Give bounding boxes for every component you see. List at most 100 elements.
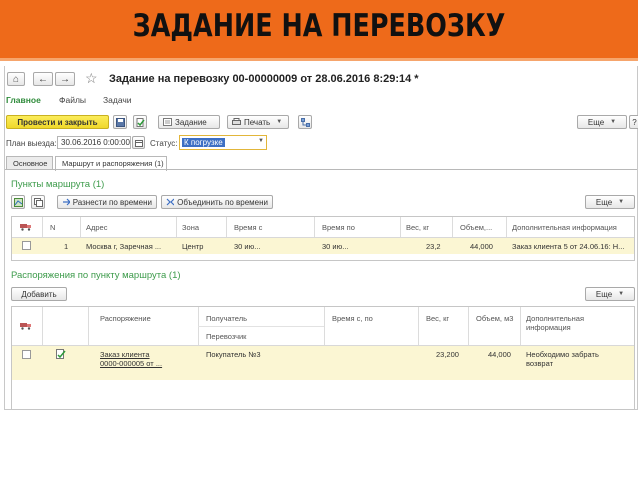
orders-col-time[interactable]: Время с, по <box>332 314 373 323</box>
row-checkbox[interactable] <box>22 350 31 359</box>
status-label: Статус: <box>150 139 178 148</box>
route-cell-n: 1 <box>64 242 69 251</box>
task-button[interactable]: Задание <box>158 115 220 129</box>
route-col-weight[interactable]: Вес, кг <box>406 223 429 232</box>
order-posted-icon <box>56 349 66 359</box>
status-select[interactable]: К погрузке ▼ <box>179 135 267 150</box>
orders-col-weight[interactable]: Вес, кг <box>426 314 449 323</box>
merge-time-button[interactable]: Объединить по времени <box>161 195 273 209</box>
route-col-address[interactable]: Адрес <box>86 223 107 232</box>
forward-button[interactable]: → <box>55 72 75 86</box>
nav-tasks[interactable]: Задачи <box>103 95 132 105</box>
route-copy-button[interactable] <box>31 195 45 209</box>
orders-cell-weight: 23,200 <box>436 350 459 359</box>
order-link-line2[interactable]: 0000-000005 от ... <box>100 359 162 368</box>
orders-col-volume[interactable]: Объем, м3 <box>476 314 516 323</box>
post-doc-icon <box>136 117 145 127</box>
merge-time-label: Объединить по времени <box>177 197 268 207</box>
plan-date-field[interactable]: 30.06.2016 0:00:00 <box>57 136 131 149</box>
plan-label: План выезда: <box>6 139 57 148</box>
add-order-button[interactable]: Добавить <box>11 287 67 301</box>
route-cell-time-to: 30 ию... <box>322 242 349 251</box>
route-col-volume[interactable]: Объем,... <box>460 223 492 232</box>
route-cell-time-from: 30 ию... <box>234 242 261 251</box>
route-cell-volume: 44,000 <box>470 242 493 251</box>
orders-table: Распоряжение Получатель Перевозчик Время… <box>11 306 635 410</box>
orders-col-order[interactable]: Распоряжение <box>100 314 151 323</box>
orders-col-info[interactable]: Дополнительная информация <box>526 314 630 332</box>
calendar-icon <box>134 139 143 147</box>
table-row[interactable]: 1 Москва г, Заречная ... Центр 30 ию... … <box>12 238 634 254</box>
print-button[interactable]: Печать ▼ <box>227 115 289 129</box>
route-cell-address: Москва г, Заречная ... <box>86 242 162 251</box>
route-col-time-from[interactable]: Время с <box>234 223 262 232</box>
route-col-info[interactable]: Дополнительная информация <box>512 223 617 232</box>
task-button-label: Задание <box>175 117 207 127</box>
distribute-time-button[interactable]: Разнести по времени <box>57 195 157 209</box>
row-checkbox[interactable] <box>22 241 31 250</box>
truck-icon <box>20 224 31 231</box>
back-button[interactable]: ← <box>33 72 53 86</box>
tab-main[interactable]: Основное <box>6 156 53 170</box>
route-col-time-to[interactable]: Время по <box>322 223 355 232</box>
route-col-n[interactable]: N <box>50 223 55 232</box>
structure-button[interactable] <box>298 115 312 129</box>
route-more-label: Еще <box>595 197 613 207</box>
route-cell-weight: 23,2 <box>426 242 441 251</box>
calendar-button[interactable] <box>132 136 145 149</box>
chevron-down-icon: ▼ <box>276 119 283 125</box>
orders-more-label: Еще <box>595 289 613 299</box>
arrow-left-icon: ← <box>38 73 48 85</box>
star-icon[interactable]: ☆ <box>85 70 98 87</box>
orders-section-title: Распоряжения по пункту маршрута (1) <box>11 270 181 281</box>
copy-icon <box>33 197 43 207</box>
post-and-close-button[interactable]: Провести и закрыть <box>6 115 109 129</box>
print-button-label: Печать <box>244 117 271 127</box>
orders-cell-recipient: Покупатель №3 <box>206 350 261 359</box>
home-icon: ⌂ <box>12 73 20 85</box>
task-doc-icon <box>163 118 172 126</box>
orders-cell-info-line2: возврат <box>526 359 554 368</box>
route-table: N Адрес Зона Время с Время по Вес, кг Об… <box>11 216 635 261</box>
more-button-label: Еще <box>587 117 605 127</box>
arrow-right-icon: → <box>60 73 70 85</box>
document-window: ⌂ ← → ☆ Задание на перевозку 00-00000009… <box>4 66 638 410</box>
orders-cell-volume: 44,000 <box>488 350 511 359</box>
help-button[interactable]: ? <box>629 115 638 129</box>
structure-icon <box>300 117 310 127</box>
route-section-title: Пункты маршрута (1) <box>11 179 105 190</box>
table-row[interactable]: Заказ клиента 0000-000005 от ... Покупат… <box>12 346 634 380</box>
status-value: К погрузке <box>182 138 225 147</box>
route-fill-button[interactable] <box>11 195 25 209</box>
orders-cell-info-line1: Необходимо забрать <box>526 350 599 359</box>
home-button[interactable]: ⌂ <box>7 72 25 86</box>
route-more-button[interactable]: Еще ▼ <box>585 195 635 209</box>
printer-icon <box>232 118 241 125</box>
save-button[interactable] <box>113 115 127 129</box>
slide-title: ЗАДАНИЕ НА ПЕРЕВОЗКУ <box>132 8 506 44</box>
orders-col-carrier[interactable]: Перевозчик <box>206 332 246 341</box>
more-button[interactable]: Еще ▼ <box>577 115 627 129</box>
document-title: Задание на перевозку 00-00000009 от 28.0… <box>109 73 419 85</box>
save-icon <box>115 117 125 127</box>
post-button[interactable] <box>133 115 147 129</box>
route-cell-info: Заказ клиента 5 от 24.06.16: Н... <box>512 242 625 251</box>
distribute-time-label: Разнести по времени <box>72 197 152 207</box>
chevron-down-icon: ▼ <box>618 199 625 205</box>
chevron-down-icon: ▼ <box>258 138 264 144</box>
chevron-down-icon: ▼ <box>610 119 617 125</box>
chevron-down-icon: ▼ <box>618 291 625 297</box>
truck-icon <box>20 323 31 330</box>
orders-col-recipient[interactable]: Получатель <box>206 314 247 323</box>
orders-more-button[interactable]: Еще ▼ <box>585 287 635 301</box>
merge-icon <box>166 198 175 206</box>
route-map-icon <box>13 197 23 207</box>
distribute-icon <box>63 198 70 206</box>
order-link-line1[interactable]: Заказ клиента <box>100 350 150 359</box>
slide-banner: ЗАДАНИЕ НА ПЕРЕВОЗКУ <box>0 0 638 58</box>
nav-files[interactable]: Файлы <box>59 95 86 105</box>
banner-divider <box>0 58 638 61</box>
route-cell-zone: Центр <box>182 242 204 251</box>
nav-main[interactable]: Главное <box>6 95 41 105</box>
route-col-zone[interactable]: Зона <box>182 223 199 232</box>
